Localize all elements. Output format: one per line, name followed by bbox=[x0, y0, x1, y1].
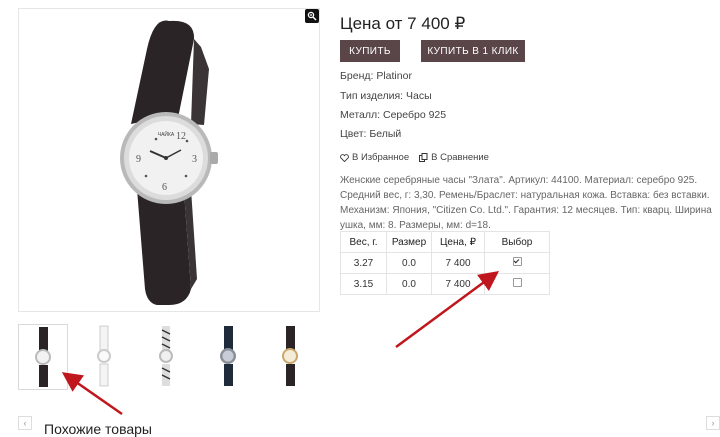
prop-metal: Металл: Серебро 925 bbox=[340, 109, 446, 121]
buy-one-click-button[interactable]: Купить в 1 клик bbox=[421, 40, 525, 62]
thumbnail-watch-gold bbox=[282, 326, 298, 386]
thumbnail-strip bbox=[18, 320, 320, 396]
svg-text:3: 3 bbox=[192, 154, 197, 165]
add-to-compare-link[interactable]: В Сравнение bbox=[419, 152, 489, 163]
cell-price: 7 400 bbox=[431, 273, 485, 295]
cell-size: 0.0 bbox=[386, 273, 432, 295]
watch-illustration: ЧАЙКА 12 3 6 9 bbox=[120, 20, 218, 305]
thumbnail-5[interactable] bbox=[266, 324, 316, 390]
cell-select bbox=[484, 273, 550, 295]
thumbnail-1[interactable] bbox=[18, 324, 68, 390]
zoom-button[interactable] bbox=[305, 9, 319, 23]
watch-dial-brand: ЧАЙКА bbox=[158, 130, 175, 138]
prop-color: Цвет: Белый bbox=[340, 128, 401, 140]
svg-text:9: 9 bbox=[136, 154, 141, 165]
prop-type-value: Часы bbox=[406, 90, 432, 102]
cell-weight: 3.15 bbox=[340, 273, 387, 295]
prop-brand-value: Platinor bbox=[376, 70, 412, 82]
table-row: 3.15 0.0 7 400 bbox=[340, 273, 550, 295]
copy-icon bbox=[419, 153, 428, 162]
prop-color-key: Цвет: bbox=[340, 128, 367, 140]
main-product-image[interactable]: ЧАЙКА 12 3 6 9 bbox=[18, 8, 320, 312]
similar-products-section: ‹ Похожие товары › bbox=[18, 410, 720, 437]
table-header-row: Вес, г. Размер Цена, ₽ Выбор bbox=[340, 231, 550, 253]
buy-button[interactable]: Купить bbox=[340, 40, 400, 62]
variant-checkbox[interactable] bbox=[512, 278, 522, 287]
column-header-size: Размер bbox=[386, 231, 432, 253]
prop-brand: Бренд: Platinor bbox=[340, 70, 412, 82]
svg-text:12: 12 bbox=[176, 131, 186, 142]
cell-weight: 3.27 bbox=[340, 252, 387, 274]
price-label: Цена от 7 400 ₽ bbox=[340, 14, 466, 33]
variant-checkbox[interactable] bbox=[512, 257, 522, 266]
thumbnail-watch-blue-dial bbox=[220, 326, 236, 386]
prop-type: Тип изделия: Часы bbox=[340, 90, 432, 102]
column-header-price: Цена, ₽ bbox=[431, 231, 485, 253]
product-actions: В Избранное В Сравнение bbox=[340, 152, 489, 163]
favorites-label: В Избранное bbox=[352, 152, 410, 163]
prop-metal-key: Металл: bbox=[340, 109, 381, 121]
thumbnail-watch-black bbox=[35, 327, 51, 387]
prop-type-key: Тип изделия: bbox=[340, 90, 404, 102]
thumbnail-2[interactable] bbox=[80, 324, 130, 390]
thumbnail-4[interactable] bbox=[204, 324, 254, 390]
thumbnail-watch-white bbox=[97, 325, 111, 387]
table-row: 3.27 0.0 7 400 bbox=[340, 252, 550, 274]
similar-products-title: Похожие товары bbox=[44, 421, 152, 437]
product-description: Женские серебряные часы "Злата". Артикул… bbox=[340, 175, 712, 231]
thumbnail-watch-zebra bbox=[159, 326, 173, 386]
thumbnail-3[interactable] bbox=[142, 324, 192, 390]
compare-label: В Сравнение bbox=[431, 152, 489, 163]
variant-table: Вес, г. Размер Цена, ₽ Выбор 3.27 0.0 7 … bbox=[340, 231, 550, 295]
cell-select bbox=[484, 252, 550, 274]
prop-brand-key: Бренд: bbox=[340, 70, 374, 82]
add-to-favorites-link[interactable]: В Избранное bbox=[340, 152, 409, 163]
column-header-weight: Вес, г. bbox=[340, 231, 387, 253]
magnifier-icon bbox=[307, 11, 317, 21]
column-header-select: Выбор bbox=[484, 231, 550, 253]
heart-icon bbox=[340, 153, 349, 162]
cell-size: 0.0 bbox=[386, 252, 432, 274]
prop-metal-value: Серебро 925 bbox=[382, 109, 447, 121]
svg-text:6: 6 bbox=[162, 182, 167, 193]
prop-color-value: Белый bbox=[369, 128, 402, 140]
cell-price: 7 400 bbox=[431, 252, 485, 274]
